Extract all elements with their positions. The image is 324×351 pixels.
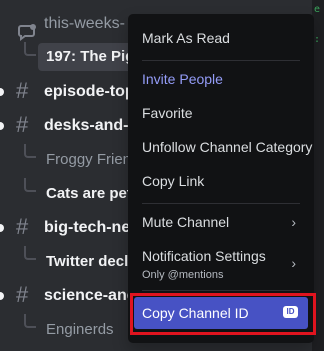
channel-item[interactable]: # big-tech-ne — [0, 215, 130, 241]
menu-item-label: Copy Channel ID — [142, 305, 249, 321]
hashtag-icon: # — [16, 112, 29, 137]
menu-item-label: Mute Channel — [142, 214, 230, 230]
menu-item-sublabel: Only @mentions — [142, 269, 224, 281]
unread-indicator — [0, 292, 4, 300]
unfollow-category-item[interactable]: Unfollow Channel Category — [134, 131, 312, 163]
chevron-right-icon: › — [291, 255, 296, 271]
menu-separator — [142, 60, 300, 61]
channel-item[interactable]: # episode-top — [0, 78, 135, 105]
menu-item-label: Mark As Read — [142, 30, 230, 46]
menu-separator — [142, 290, 300, 291]
thread-item[interactable]: Cats are pet — [46, 185, 132, 202]
menu-item-label: Favorite — [142, 105, 193, 121]
thread-item[interactable]: Enginerds — [46, 321, 114, 338]
forum-icon — [18, 24, 36, 41]
thread-branch-line — [24, 178, 36, 192]
channel-item[interactable]: # desks-and-p — [0, 112, 138, 139]
channel-item[interactable]: # science-and — [0, 282, 136, 309]
id-badge-icon: ID — [283, 306, 298, 318]
thread-branch-line — [24, 314, 36, 328]
chat-code-fragment: e — [314, 4, 321, 15]
hashtag-icon: # — [16, 282, 29, 307]
thread-branch-line — [24, 42, 36, 56]
thread-item[interactable]: Twitter decl — [46, 253, 128, 270]
forum-channel-row[interactable]: this-weeks- — [0, 10, 130, 41]
favorite-item[interactable]: Favorite — [134, 97, 308, 129]
chat-code-fragment: : — [314, 34, 321, 45]
copy-link-item[interactable]: Copy Link — [134, 165, 308, 197]
unread-indicator — [0, 122, 4, 130]
channel-label: big-tech-ne — [44, 219, 131, 236]
menu-item-label: Invite People — [142, 71, 223, 87]
copy-channel-id-item[interactable]: Copy Channel ID ID — [134, 297, 308, 329]
unread-indicator — [0, 224, 4, 232]
invite-people-item[interactable]: Invite People — [134, 63, 308, 95]
thread-label: 197: The Pig — [46, 48, 135, 65]
menu-item-label: Copy Link — [142, 173, 205, 189]
channel-label: episode-top — [44, 83, 135, 100]
mute-channel-item[interactable]: Mute Channel › — [134, 206, 308, 238]
channel-label: this-weeks- — [44, 15, 125, 32]
chevron-right-icon: › — [291, 214, 296, 230]
menu-item-label: Unfollow Channel Category — [142, 139, 313, 155]
mark-as-read-item[interactable]: Mark As Read — [134, 22, 308, 54]
menu-item-label: Notification Settings — [142, 248, 266, 264]
channel-context-menu: Mark As Read Invite People Favorite Unfo… — [128, 14, 314, 343]
channel-label: science-and — [44, 287, 137, 304]
unread-indicator — [0, 88, 4, 96]
channel-label: desks-and-p — [44, 117, 139, 134]
thread-branch-line — [24, 246, 36, 260]
thread-branch-line — [24, 144, 36, 158]
hashtag-icon: # — [16, 78, 29, 103]
notification-settings-item[interactable]: Notification Settings Only @mentions › — [134, 242, 308, 286]
menu-separator — [142, 203, 300, 204]
thread-item[interactable]: Froggy Frien — [46, 151, 131, 168]
hashtag-icon: # — [16, 214, 29, 239]
